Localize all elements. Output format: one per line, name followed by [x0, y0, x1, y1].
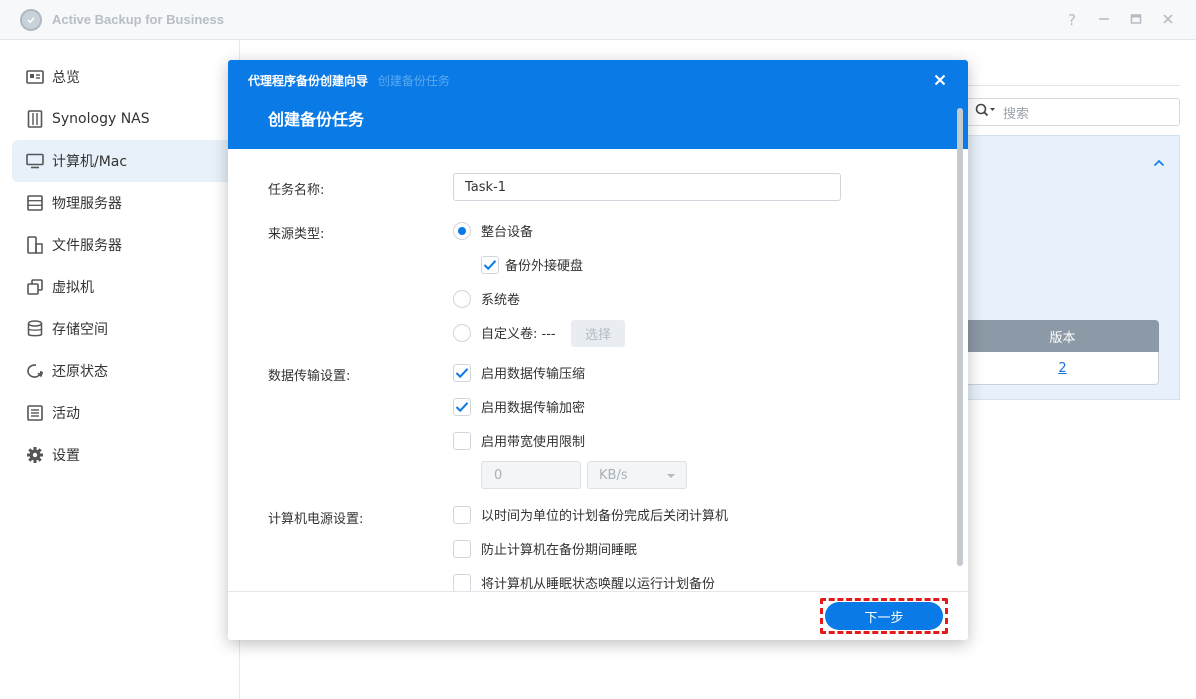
checkmark-icon [455, 367, 469, 378]
prevent-sleep-option[interactable]: 防止计算机在备份期间睡眠 [453, 539, 637, 558]
sidebar-item-label: 活动 [52, 406, 80, 422]
caret-down-icon [666, 468, 676, 483]
bandwidth-checkbox[interactable] [453, 431, 471, 450]
close-window-icon[interactable] [1158, 10, 1178, 30]
backup-external-label: 备份外接硬盘 [505, 259, 584, 274]
help-icon[interactable]: ? [1062, 10, 1082, 30]
system-volume-radio[interactable] [453, 289, 471, 308]
bandwidth-label: 启用带宽使用限制 [481, 435, 586, 450]
nas-icon [26, 110, 44, 128]
wake-label: 将计算机从睡眠状态唤醒以运行计划备份 [481, 577, 716, 592]
entire-device-radio[interactable] [453, 221, 471, 240]
power-settings-label: 计算机电源设置: [268, 512, 364, 527]
sidebar-item-label: 虚拟机 [52, 280, 94, 296]
sidebar-item-label: 计算机/Mac [52, 154, 128, 170]
storage-icon [26, 320, 44, 338]
entire-device-option[interactable]: 整台设备 [453, 221, 533, 240]
overview-icon [26, 68, 44, 86]
breadcrumb-current-step: 创建备份任务 [377, 74, 450, 88]
sidebar: 总览 Synology NAS 计算机/Mac 物理服务器 文件服务器 虚拟机 [0, 40, 240, 699]
sidebar-item-activity[interactable]: 活动 [12, 392, 240, 434]
checkmark-icon [483, 259, 497, 270]
sidebar-item-label: 总览 [52, 70, 80, 86]
backup-external-checkbox[interactable] [481, 255, 499, 274]
breadcrumb-wizard: 代理程序备份创建向导 [248, 74, 369, 88]
source-type-label: 来源类型: [268, 227, 325, 242]
dialog-scrollbar[interactable] [957, 108, 963, 566]
backup-wizard-dialog: 代理程序备份创建向导 创建备份任务 创建备份任务 任务名称: 来源类型: 整台设… [228, 60, 968, 640]
maximize-icon[interactable] [1126, 10, 1146, 30]
sidebar-item-label: 还原状态 [52, 364, 108, 380]
sidebar-item-overview[interactable]: 总览 [12, 56, 240, 98]
sidebar-item-physical-server[interactable]: 物理服务器 [12, 182, 240, 224]
app-logo-icon [20, 9, 42, 31]
minimize-icon[interactable] [1094, 10, 1114, 30]
chevron-up-icon[interactable] [1151, 155, 1167, 171]
transfer-settings-label: 数据传输设置: [268, 369, 351, 384]
sidebar-item-virtual-machine[interactable]: 虚拟机 [12, 266, 240, 308]
bandwidth-unit-select[interactable]: KB/s [587, 461, 687, 489]
close-dialog-icon[interactable] [930, 70, 950, 90]
tab-underline [968, 85, 1180, 86]
wake-option[interactable]: 将计算机从睡眠状态唤醒以运行计划备份 [453, 573, 715, 592]
sidebar-item-storage[interactable]: 存储空间 [12, 308, 240, 350]
sidebar-item-label: 物理服务器 [52, 196, 122, 212]
breadcrumb: 代理程序备份创建向导 创建备份任务 [248, 72, 450, 89]
table-cell-version: 2 [966, 352, 1159, 385]
task-name-input[interactable] [453, 173, 841, 201]
compression-checkbox[interactable] [453, 363, 471, 382]
custom-volume-label: 自定义卷: --- [481, 327, 556, 342]
compression-label: 启用数据传输压缩 [481, 367, 586, 382]
search-box[interactable]: 搜索 [966, 98, 1180, 126]
dialog-header: 代理程序备份创建向导 创建备份任务 创建备份任务 [228, 60, 968, 149]
restore-icon [26, 362, 44, 380]
activity-icon [26, 404, 44, 422]
sidebar-item-restore-status[interactable]: 还原状态 [12, 350, 240, 392]
app-title: Active Backup for Business [52, 12, 224, 27]
sidebar-item-file-server[interactable]: 文件服务器 [12, 224, 240, 266]
search-placeholder: 搜索 [1003, 106, 1030, 122]
compression-option[interactable]: 启用数据传输压缩 [453, 363, 585, 382]
bandwidth-limit-input[interactable] [481, 461, 581, 489]
server-icon [26, 194, 44, 212]
shutdown-checkbox[interactable] [453, 505, 471, 524]
sidebar-item-settings[interactable]: 设置 [12, 434, 240, 476]
search-icon [975, 103, 997, 121]
sidebar-item-label: 存储空间 [52, 322, 108, 338]
prevent-sleep-checkbox[interactable] [453, 539, 471, 558]
select-volume-button[interactable]: 选择 [571, 320, 625, 347]
encryption-checkbox[interactable] [453, 397, 471, 416]
wake-checkbox[interactable] [453, 573, 471, 592]
file-server-icon [26, 236, 44, 254]
entire-device-label: 整台设备 [481, 225, 534, 240]
sidebar-item-computer-mac[interactable]: 计算机/Mac [12, 140, 240, 182]
encryption-label: 启用数据传输加密 [481, 401, 586, 416]
version-link[interactable]: 2 [1058, 361, 1066, 376]
sidebar-item-label: 文件服务器 [52, 238, 122, 254]
next-button[interactable]: 下一步 [825, 602, 943, 630]
system-volume-label: 系统卷 [481, 293, 521, 308]
sidebar-item-label: Synology NAS [52, 111, 150, 127]
sidebar-item-synology-nas[interactable]: Synology NAS [12, 98, 240, 140]
title-bar: Active Backup for Business ? [0, 0, 1196, 40]
task-name-label: 任务名称: [268, 183, 325, 198]
custom-volume-option[interactable]: 自定义卷: --- [453, 323, 556, 342]
dialog-title: 创建备份任务 [268, 110, 365, 129]
bandwidth-unit-value: KB/s [599, 467, 628, 483]
shutdown-option[interactable]: 以时间为单位的计划备份完成后关闭计算机 [453, 505, 728, 524]
checkmark-icon [455, 401, 469, 412]
virtual-machine-icon [26, 278, 44, 296]
system-volume-option[interactable]: 系统卷 [453, 289, 520, 308]
encryption-option[interactable]: 启用数据传输加密 [453, 397, 585, 416]
prevent-sleep-label: 防止计算机在备份期间睡眠 [481, 543, 638, 558]
computer-icon [26, 152, 44, 170]
table-header-version: 版本 [966, 320, 1159, 352]
sidebar-item-label: 设置 [52, 448, 80, 464]
shutdown-label: 以时间为单位的计划备份完成后关闭计算机 [481, 509, 729, 524]
gear-icon [26, 446, 44, 464]
backup-external-option[interactable]: 备份外接硬盘 [481, 255, 583, 274]
bandwidth-option[interactable]: 启用带宽使用限制 [453, 431, 585, 450]
custom-volume-radio[interactable] [453, 323, 471, 342]
